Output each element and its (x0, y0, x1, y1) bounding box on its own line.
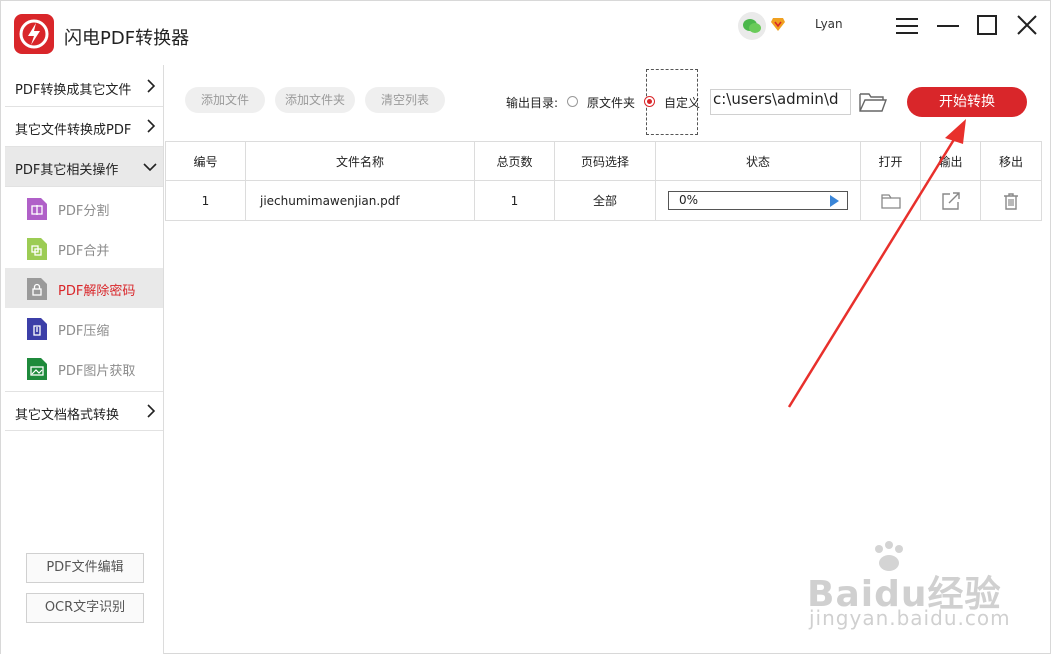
pdf-edit-button[interactable]: PDF文件编辑 (26, 553, 144, 583)
progress-text: 0% (679, 193, 699, 207)
app-logo-icon (14, 14, 54, 54)
output-path-input[interactable]: c:\users\admin\d (710, 89, 851, 115)
file-table: 编号 文件名称 总页数 页码选择 状态 打开 输出 移出 1 jiechumim… (165, 141, 1051, 221)
vip-icon[interactable] (770, 16, 786, 32)
sidebar-group-pdf-other-ops[interactable]: PDF其它相关操作 (5, 147, 163, 187)
sidebar-item-pdf-merge[interactable]: PDF合并 (5, 228, 163, 268)
sidebar-group-other-to-pdf[interactable]: 其它文件转换成PDF (5, 107, 163, 147)
sidebar-item-pdf-compress[interactable]: PDF压缩 (5, 308, 163, 348)
radio-custom[interactable] (644, 96, 655, 107)
menu-icon[interactable] (896, 17, 918, 35)
col-header-status: 状态 (655, 141, 861, 181)
sidebar-group-label: 其它文件转换成PDF (15, 123, 132, 138)
sidebar-item-label: PDF压缩 (58, 324, 110, 339)
sidebar-group-pdf-to-other[interactable]: PDF转换成其它文件 (5, 67, 163, 107)
unlock-icon (27, 278, 47, 300)
cell-pages: 1 (474, 180, 555, 221)
play-icon[interactable] (830, 195, 839, 207)
cell-output (920, 180, 981, 221)
sidebar-item-pdf-unlock[interactable]: PDF解除密码 (5, 268, 163, 308)
ocr-button[interactable]: OCR文字识别 (26, 593, 144, 623)
watermark-url: jingyan.baidu.com (809, 606, 1011, 630)
export-icon[interactable] (941, 191, 961, 210)
chevron-right-icon (147, 119, 156, 133)
col-header-open: 打开 (860, 141, 921, 181)
sidebar: PDF转换成其它文件 其它文件转换成PDF PDF其它相关操作 PDF分割 PD… (1, 65, 164, 654)
radio-original-folder[interactable] (567, 96, 578, 107)
table-header: 编号 文件名称 总页数 页码选择 状态 打开 输出 移出 (165, 141, 1042, 181)
title-bar: 闪电PDF转换器 Lyan (1, 1, 1050, 65)
col-header-remove: 移出 (980, 141, 1042, 181)
sidebar-group-other-formats[interactable]: 其它文档格式转换 (5, 391, 163, 431)
col-header-index: 编号 (165, 141, 246, 181)
folder-open-icon[interactable] (859, 91, 887, 113)
image-extract-icon (27, 358, 47, 380)
sidebar-item-pdf-split[interactable]: PDF分割 (5, 188, 163, 228)
add-folder-button[interactable]: 添加文件夹 (275, 87, 355, 113)
cell-page-range[interactable]: 全部 (554, 180, 656, 221)
table-row[interactable]: 1 jiechumimawenjian.pdf 1 全部 0% (165, 180, 1042, 221)
start-convert-button[interactable]: 开始转换 (907, 87, 1027, 117)
chevron-down-icon (143, 163, 157, 172)
close-icon[interactable] (1016, 14, 1038, 36)
radio-custom-label[interactable]: 自定义 (664, 94, 700, 111)
cell-open (860, 180, 921, 221)
app-title: 闪电PDF转换器 (64, 28, 190, 49)
col-header-output: 输出 (920, 141, 981, 181)
split-icon (27, 198, 47, 220)
sidebar-group-label: PDF其它相关操作 (15, 163, 119, 178)
minimize-icon[interactable] (937, 17, 959, 35)
cell-status: 0% (655, 180, 861, 221)
compress-icon (27, 318, 47, 340)
cell-remove (980, 180, 1042, 221)
sidebar-item-label: PDF分割 (58, 204, 110, 219)
radio-original-label[interactable]: 原文件夹 (587, 94, 635, 111)
add-file-button[interactable]: 添加文件 (185, 87, 265, 113)
sidebar-item-label: PDF解除密码 (58, 284, 136, 299)
username[interactable]: Lyan (815, 17, 843, 31)
chevron-right-icon (147, 404, 156, 418)
merge-icon (27, 238, 47, 260)
cell-index: 1 (165, 180, 246, 221)
clear-list-button[interactable]: 清空列表 (365, 87, 445, 113)
sidebar-group-label: PDF转换成其它文件 (15, 83, 132, 98)
col-header-range: 页码选择 (554, 141, 656, 181)
sidebar-item-label: PDF合并 (58, 244, 110, 259)
wechat-icon[interactable] (738, 12, 766, 40)
maximize-icon[interactable] (977, 15, 997, 35)
watermark: Baidu经验 jingyan.baidu.com (807, 541, 1010, 636)
cell-file-name: jiechumimawenjian.pdf (245, 180, 475, 221)
output-dir-label: 输出目录: (506, 96, 559, 110)
trash-icon[interactable] (1001, 192, 1021, 210)
app-window: 闪电PDF转换器 Lyan PDF转换成其它文件 其它文件转换成PDF PDF其… (0, 0, 1051, 654)
col-header-pages: 总页数 (474, 141, 555, 181)
sidebar-group-label: 其它文档格式转换 (15, 408, 120, 423)
chevron-right-icon (147, 79, 156, 93)
col-header-name: 文件名称 (245, 141, 475, 181)
sidebar-item-pdf-image-extract[interactable]: PDF图片获取 (5, 348, 163, 388)
progress-bar: 0% (668, 191, 848, 210)
sidebar-item-label: PDF图片获取 (58, 364, 136, 379)
open-folder-icon[interactable] (880, 192, 901, 210)
